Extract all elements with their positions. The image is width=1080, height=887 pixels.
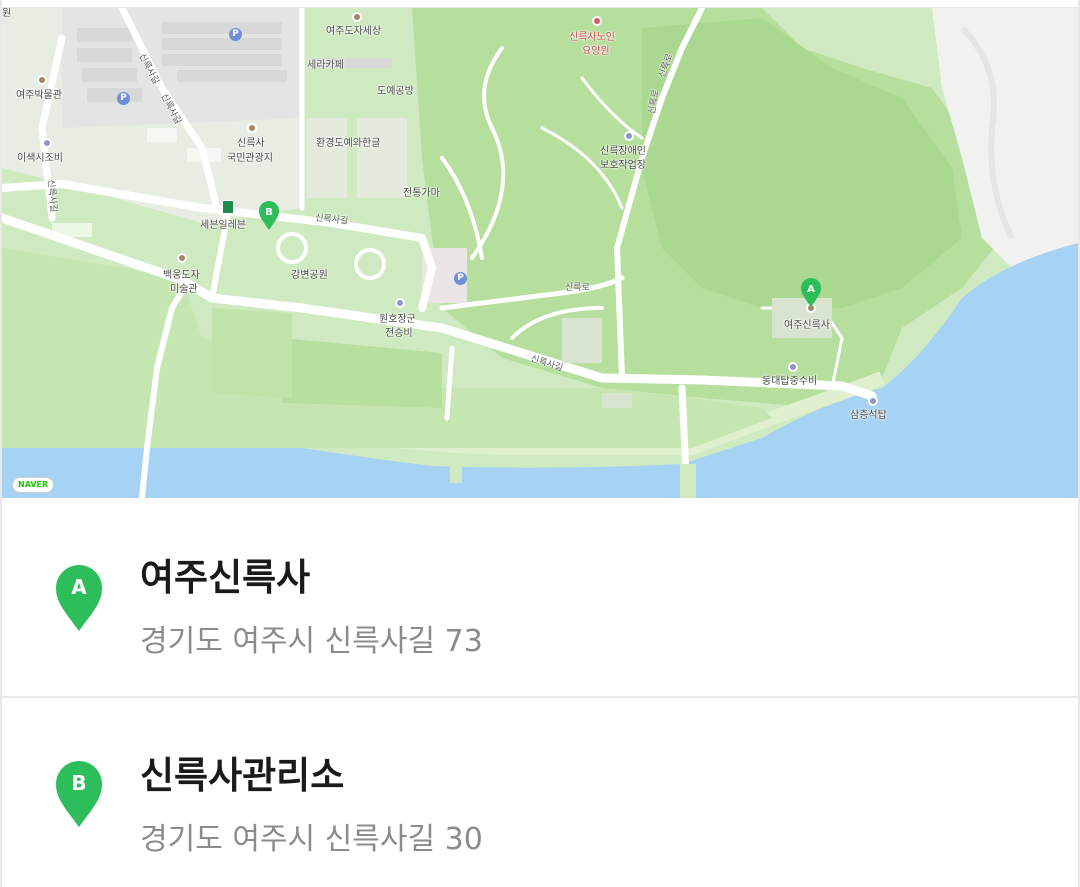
map-label: 신륵장애인 <box>600 146 646 157</box>
art-museum-icon[interactable] <box>177 253 187 263</box>
place-address: 경기도 여주시 신륵사길 73 <box>140 624 483 659</box>
museum-icon[interactable] <box>37 75 47 85</box>
pin-a-icon: A <box>56 565 102 631</box>
map-label: 삼층석탑 <box>850 410 887 421</box>
map-label: 원 <box>2 8 12 19</box>
pin-b-letter: B <box>265 207 273 218</box>
map-label: 미술관 <box>170 284 198 295</box>
map-label: 여주도자세상 <box>326 26 382 37</box>
map-label: 원호장군 <box>379 314 416 325</box>
map-label: 세라카페 <box>307 60 344 71</box>
wonho-monument-icon[interactable] <box>395 298 405 308</box>
map-label: 신륵사노인 <box>569 32 615 43</box>
place-item-a[interactable]: A 여주신륵사 경기도 여주시 신륵사길 73 <box>2 499 1078 698</box>
place-item-b[interactable]: B 신륵사관리소 경기도 여주시 신륵사길 30 <box>2 698 1078 887</box>
convenience-store-icon[interactable] <box>222 200 234 214</box>
pin-b-icon: B <box>56 761 102 827</box>
parking-icon[interactable]: P <box>117 92 130 105</box>
map-label: 요양원 <box>582 46 610 57</box>
disabled-workshop-icon[interactable] <box>624 131 634 141</box>
parking-icon[interactable]: P <box>229 28 242 41</box>
pin-a-icon[interactable]: A <box>800 278 822 308</box>
map-label: 백웅도자 <box>163 270 200 281</box>
map-label: 여주신륵사 <box>784 320 830 331</box>
dojasesang-icon[interactable] <box>352 12 362 22</box>
place-address: 경기도 여주시 신륵사길 30 <box>140 822 483 857</box>
map-label: 여주박물관 <box>16 90 62 101</box>
road-label: 신륵로 <box>565 283 590 293</box>
monument-icon[interactable] <box>42 138 52 148</box>
screen: P P P B A 원 여주박물관 여주도자세상 세라카페 도예공방 신륵사노인… <box>0 0 1080 887</box>
naver-logo: NAVER <box>12 477 55 493</box>
pin-letter: A <box>71 575 87 599</box>
map-label: 환경도예와한글 <box>316 138 381 149</box>
tourist-site-icon[interactable] <box>247 123 257 133</box>
left-border <box>0 0 2 887</box>
nursing-home-icon[interactable] <box>592 16 602 26</box>
map-label: 동대탑중수비 <box>762 376 818 387</box>
pin-letter: B <box>71 771 86 795</box>
map-view[interactable]: P P P B A 원 여주박물관 여주도자세상 세라카페 도예공방 신륵사노인… <box>2 8 1078 498</box>
place-name[interactable]: 여주신륵사 <box>140 547 310 601</box>
map-label: 이색시조비 <box>17 153 63 164</box>
samcheung-tap-icon[interactable] <box>868 396 878 406</box>
parking-icon[interactable]: P <box>454 272 467 285</box>
place-name[interactable]: 신륵사관리소 <box>140 745 344 799</box>
map-label: 강변공원 <box>291 270 328 281</box>
map-label: 도예공방 <box>377 86 414 97</box>
map-label: 전통가마 <box>403 188 440 199</box>
pin-b-icon[interactable]: B <box>258 201 280 231</box>
map-base <box>2 8 1078 498</box>
map-label: 신륵사 <box>237 138 265 149</box>
pin-a-letter: A <box>807 284 815 295</box>
map-label: 국민관광지 <box>227 153 273 164</box>
dongdae-tap-icon[interactable] <box>788 362 798 372</box>
map-label: 보호작업장 <box>600 160 646 171</box>
map-label: 세븐일레븐 <box>200 220 246 231</box>
map-label: 전승비 <box>385 328 413 339</box>
top-border <box>0 0 1080 8</box>
